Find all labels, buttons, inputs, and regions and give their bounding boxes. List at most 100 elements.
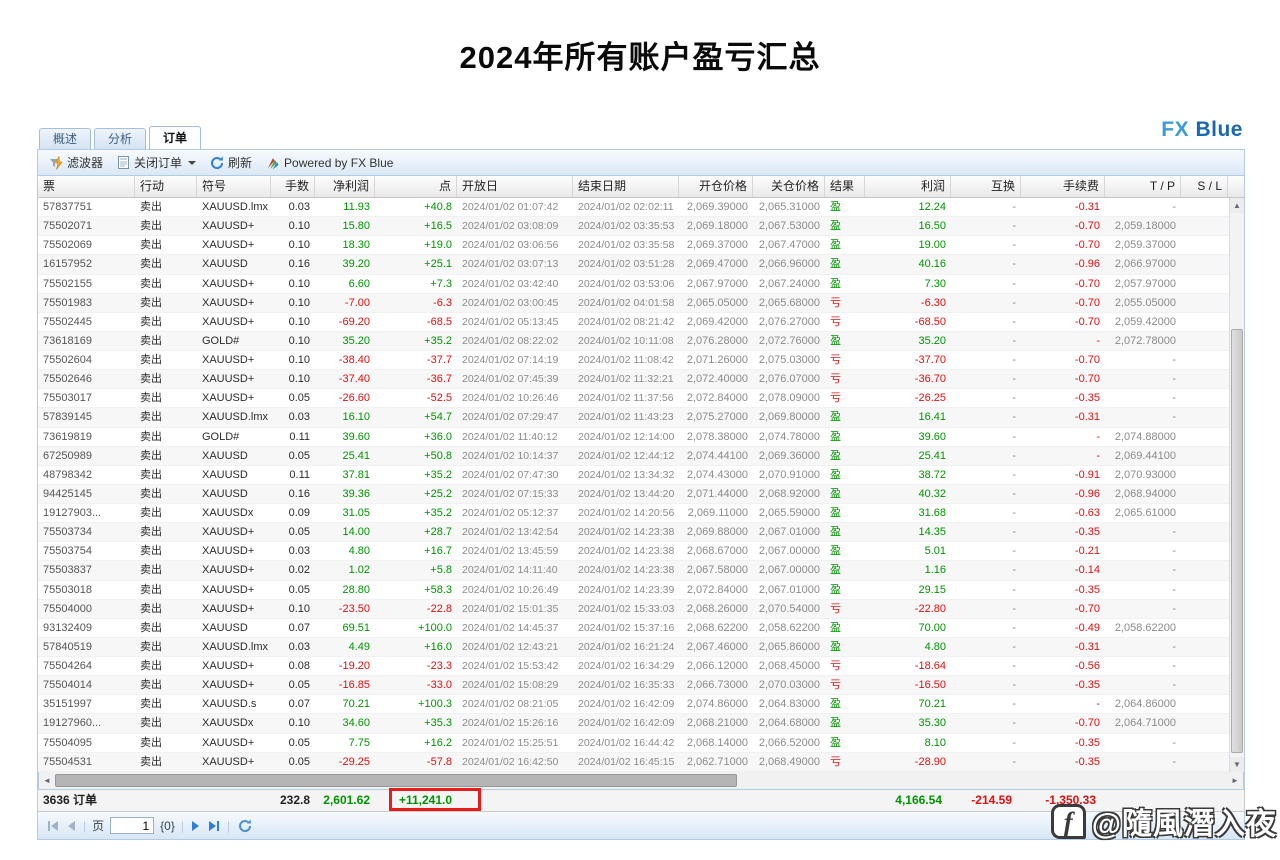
cell-close-date: 2024/01/02 14:23:39 — [578, 583, 675, 596]
vertical-scrollbar-thumb[interactable] — [1231, 329, 1243, 753]
horizontal-scrollbar[interactable]: ◄ ► — [38, 772, 1244, 789]
table-row[interactable]: 57840519 卖出 XAUUSD.lmx 0.03 4.49 +16.0 2024/01… — [38, 637, 1229, 657]
column-header-open-price[interactable]: 开仓价格 — [679, 176, 753, 197]
close-orders-button[interactable]: 关闭订单 — [111, 152, 202, 173]
cell-close-date: 2024/01/02 04:01:58 — [578, 296, 675, 309]
table-row[interactable]: 57839145 卖出 XAUUSD.lmx 0.03 16.10 +54.7 2024/0… — [38, 408, 1229, 428]
table-row[interactable]: 75503754 卖出 XAUUSD+ 0.03 4.80 +16.7 2024/01/02… — [38, 542, 1229, 562]
scroll-left-arrow-icon[interactable]: ◄ — [39, 772, 55, 789]
cell-open-date: 2024/01/02 07:29:47 — [462, 411, 559, 424]
column-header-net-profit[interactable]: 净利润 — [315, 176, 375, 197]
column-header-points[interactable]: 点 — [375, 176, 457, 197]
table-row[interactable]: 35151997 卖出 XAUUSD.s 0.07 70.21 +100.3 2024/01… — [38, 695, 1229, 715]
last-page-button[interactable] — [207, 819, 221, 833]
cell-ticket: 75503754 — [43, 545, 92, 558]
table-row[interactable]: 75502604 卖出 XAUUSD+ 0.10 -38.40 -37.7 2024/01/… — [38, 351, 1229, 371]
table-row[interactable]: 67250989 卖出 XAUUSD 0.05 25.41 +50.8 2024/01/02… — [38, 446, 1229, 466]
table-row[interactable]: 75504014 卖出 XAUUSD+ 0.05 -16.85 -33.0 2024/01/… — [38, 676, 1229, 696]
cell-action: 卖出 — [140, 602, 162, 615]
vertical-scrollbar[interactable]: ▲ ▼ — [1229, 198, 1244, 772]
cell-swap: - — [1012, 334, 1016, 347]
cell-profit: 8.10 — [924, 736, 946, 749]
cell-symbol: XAUUSD+ — [202, 583, 255, 596]
tab-overview[interactable]: 概述 — [39, 128, 92, 149]
column-header-ticket[interactable]: 票 — [38, 176, 135, 197]
column-header-profit[interactable]: 利润 — [865, 176, 951, 197]
cell-tp: 2,057.97000 — [1114, 277, 1176, 290]
cell-points: -22.8 — [426, 602, 452, 615]
page-label: 页 — [92, 819, 105, 833]
table-row[interactable]: 75503837 卖出 XAUUSD+ 0.02 1.02 +5.8 2024/01/02 … — [38, 561, 1229, 581]
cell-open-date: 2024/01/02 12:43:21 — [462, 640, 559, 653]
cell-swap: - — [1012, 239, 1016, 252]
cell-close-date: 2024/01/02 15:33:03 — [578, 602, 675, 615]
table-row[interactable]: 19127960... 卖出 XAUUSDx 0.10 34.60 +35.3 2024/0… — [38, 714, 1229, 734]
table-row[interactable]: 75503017 卖出 XAUUSD+ 0.05 -26.60 -52.5 2024/01/… — [38, 389, 1229, 409]
table-row[interactable]: 75503734 卖出 XAUUSD+ 0.05 14.00 +28.7 2024/01/0… — [38, 523, 1229, 543]
table-row[interactable]: 75502069 卖出 XAUUSD+ 0.10 18.30 +19.0 2024/01/0… — [38, 236, 1229, 256]
table-row[interactable]: 94425145 卖出 XAUUSD 0.16 39.36 +25.2 2024/01/02… — [38, 484, 1229, 504]
column-header-result[interactable]: 结果 — [825, 176, 865, 197]
column-header-lots[interactable]: 手数 — [271, 176, 315, 197]
cell-swap: - — [1012, 487, 1016, 500]
column-header-tp[interactable]: T / P — [1105, 176, 1181, 197]
column-header-close-price[interactable]: 关仓价格 — [753, 176, 825, 197]
summary-points: +11,241.0 — [375, 788, 481, 811]
cell-close-date: 2024/01/02 12:44:12 — [578, 449, 675, 462]
table-row[interactable]: 75504264 卖出 XAUUSD+ 0.08 -19.20 -23.3 2024/01/… — [38, 657, 1229, 677]
column-header-swap[interactable]: 互换 — [951, 176, 1021, 197]
refresh-button[interactable]: 刷新 — [204, 152, 258, 173]
scroll-up-arrow-icon[interactable]: ▲ — [1230, 198, 1244, 213]
table-row[interactable]: 75504095 卖出 XAUUSD+ 0.05 7.75 +16.2 2024/01/02… — [38, 734, 1229, 753]
cell-ticket: 75502155 — [43, 277, 92, 290]
cell-sl — [1181, 676, 1228, 694]
cell-swap: - — [1012, 640, 1016, 653]
cell-sl — [1181, 466, 1228, 484]
cell-ticket: 94425145 — [43, 487, 92, 500]
table-row[interactable]: 75502445 卖出 XAUUSD+ 0.10 -69.20 -68.5 2024/01/… — [38, 313, 1229, 332]
table-row[interactable]: 48798342 卖出 XAUUSD 0.11 37.81 +35.2 2024/01/02… — [38, 466, 1229, 485]
table-row[interactable]: 75502071 卖出 XAUUSD+ 0.10 15.80 +16.5 2024/01/0… — [38, 217, 1229, 237]
scroll-down-arrow-icon[interactable]: ▼ — [1230, 757, 1244, 772]
column-header-symbol[interactable]: 符号 — [197, 176, 271, 197]
cell-close-price: 2,065.31000 — [758, 201, 820, 213]
table-row[interactable]: 75501983 卖出 XAUUSD+ 0.10 -7.00 -6.3 2024/01/02… — [38, 293, 1229, 313]
cell-sl — [1181, 523, 1228, 541]
table-row[interactable]: 75502646 卖出 XAUUSD+ 0.10 -37.40 -36.7 2024/01/… — [38, 370, 1229, 390]
table-row[interactable]: 19127903... 卖出 XAUUSDx 0.09 31.05 +35.2 2024/0… — [38, 504, 1229, 524]
table-row[interactable]: 75504531 卖出 XAUUSD+ 0.05 -29.25 -57.8 2024/01/… — [38, 752, 1229, 772]
next-page-button[interactable] — [190, 819, 201, 833]
column-header-action[interactable]: 行动 — [135, 176, 197, 197]
table-row[interactable]: 93132409 卖出 XAUUSD 0.07 69.51 +100.0 2024/01/0… — [38, 619, 1229, 638]
column-header-sl[interactable]: S / L — [1181, 176, 1228, 197]
powered-by-fxblue[interactable]: Powered by FX Blue — [260, 154, 399, 172]
cell-net-profit: -7.00 — [344, 296, 370, 309]
column-header-open-date[interactable]: 开放日 — [457, 176, 573, 197]
cell-open-price: 2,068.67000 — [686, 545, 748, 558]
page-number-input[interactable] — [110, 817, 155, 834]
horizontal-scrollbar-thumb[interactable] — [55, 774, 737, 787]
table-row[interactable]: 73618169 卖出 GOLD# 0.10 35.20 +35.2 2024/01/02 … — [38, 331, 1229, 351]
next-page-icon — [191, 820, 199, 831]
table-row[interactable]: 75503018 卖出 XAUUSD+ 0.05 28.80 +58.3 2024/01/0… — [38, 581, 1229, 600]
table-row[interactable]: 73619819 卖出 GOLD# 0.11 39.60 +36.0 2024/01/02 … — [38, 428, 1229, 447]
first-page-button[interactable] — [46, 819, 60, 833]
cell-points: +100.3 — [418, 698, 452, 711]
cell-open-date: 2024/01/02 03:08:09 — [462, 220, 559, 233]
table-row[interactable]: 75504000 卖出 XAUUSD+ 0.10 -23.50 -22.8 2024/01/… — [38, 599, 1229, 619]
tab-analysis[interactable]: 分析 — [94, 128, 147, 149]
tab-orders[interactable]: 订单 — [149, 126, 202, 149]
pager-refresh-button[interactable] — [236, 817, 254, 835]
table-row[interactable]: 57837751 卖出 XAUUSD.lmx 0.03 11.93 +40.8 2024/0… — [38, 198, 1229, 218]
filter-button[interactable]: 滤波器 — [43, 152, 109, 173]
cell-result: 盈 — [830, 717, 841, 730]
cell-close-price: 2,066.96000 — [758, 258, 820, 271]
cell-tp: 2,064.86000 — [1114, 698, 1176, 711]
cell-action: 卖出 — [140, 258, 162, 271]
column-header-commission[interactable]: 手续费 — [1021, 176, 1105, 197]
prev-page-button[interactable] — [66, 819, 77, 833]
column-header-close-date[interactable]: 结束日期 — [573, 176, 679, 197]
scroll-right-arrow-icon[interactable]: ► — [1227, 772, 1243, 789]
table-row[interactable]: 16157952 卖出 XAUUSD 0.16 39.20 +25.1 2024/01/02… — [38, 255, 1229, 275]
table-row[interactable]: 75502155 卖出 XAUUSD+ 0.10 6.60 +7.3 2024/01/02 … — [38, 275, 1229, 294]
